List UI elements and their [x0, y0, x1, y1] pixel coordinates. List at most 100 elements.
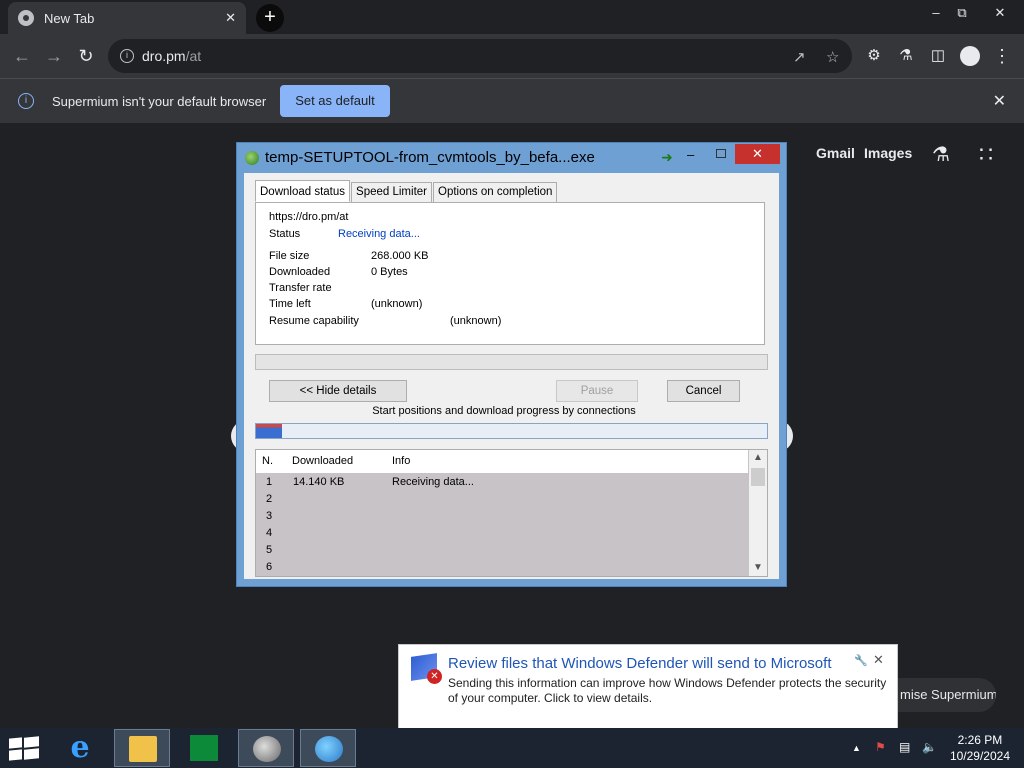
file-explorer-icon [129, 736, 157, 762]
labs-flask-icon[interactable]: ⚗ [932, 142, 950, 167]
downloaded-label: Downloaded [269, 266, 331, 278]
scroll-thumb[interactable] [751, 468, 765, 486]
dialog-body: Download status Speed Limiter Options on… [244, 173, 779, 579]
tab-strip: New Tab ✕ + – ⧉ ✕ [0, 0, 1024, 34]
defender-notification[interactable]: ✕ Review files that Windows Defender wil… [398, 644, 898, 730]
menu-icon[interactable]: ⋮ [988, 42, 1016, 70]
scroll-down-icon[interactable]: ▼ [749, 560, 767, 576]
connection-number: 4 [266, 527, 273, 539]
show-hidden-icons-icon[interactable]: ▲ [852, 743, 861, 753]
connections-list-header: N. Downloaded Info [256, 450, 748, 473]
default-browser-infobar: i Supermium isn't your default browser S… [0, 78, 1024, 123]
start-windows-icon[interactable] [9, 736, 39, 761]
column-header-info[interactable]: Info [392, 455, 410, 467]
side-panel-icon[interactable]: ◫ [924, 42, 952, 70]
download-progress-bar [255, 354, 768, 370]
connection-number: 2 [266, 493, 273, 505]
clock-date: 10/29/2024 [949, 749, 1010, 763]
connections-scrollbar[interactable]: ▲ ▼ [749, 450, 767, 576]
dialog-close-icon[interactable]: ✕ [735, 144, 780, 164]
connection-number: 3 [266, 510, 273, 522]
connection-row[interactable]: 4 [256, 525, 748, 542]
connection-number: 1 [266, 476, 273, 488]
url-host: dro.pm [142, 48, 186, 64]
status-value: Receiving data... [338, 228, 420, 240]
profile-avatar[interactable] [956, 42, 984, 70]
column-header-n[interactable]: N. [262, 455, 273, 467]
connections-label: Start positions and download progress by… [372, 405, 636, 417]
address-bar[interactable]: i dro.pm/at ↗ ☆ [108, 39, 852, 73]
connection-row[interactable]: 5 [256, 542, 748, 559]
info-icon: i [18, 93, 34, 109]
store-icon [190, 735, 218, 761]
forward-icon[interactable]: → [40, 42, 68, 70]
infobar-message: Supermium isn't your default browser [52, 93, 267, 109]
cancel-button[interactable]: Cancel [667, 380, 740, 402]
extensions-icon[interactable]: ⚙ [860, 42, 888, 70]
connection-row[interactable]: 6 [256, 559, 748, 576]
hide-details-button[interactable]: << Hide details [269, 380, 407, 402]
volume-muted-icon[interactable]: 🔈 [922, 740, 937, 754]
tab-close-icon[interactable]: ✕ [225, 10, 236, 26]
download-url: https://dro.pm/at [269, 211, 349, 223]
taskbar-browser[interactable] [238, 729, 294, 767]
idm-globe-icon [315, 736, 343, 762]
apps-grid-icon[interactable]: ∷ [979, 142, 993, 168]
back-icon[interactable]: ← [8, 42, 36, 70]
infobar-close-icon[interactable]: ✕ [993, 91, 1006, 111]
downloaded-value: 0 Bytes [371, 266, 408, 278]
url-path: /at [185, 48, 202, 64]
browser-globe-icon [253, 736, 281, 762]
notification-title: Review files that Windows Defender will … [448, 655, 832, 672]
window-close-icon[interactable]: ✕ [985, 2, 1015, 24]
file-size-label: File size [269, 250, 310, 262]
window-restore-icon[interactable]: ⧉ [947, 2, 977, 24]
connections-list: N. Downloaded Info 1 14.140 KB Receiving… [255, 449, 768, 577]
labs-icon[interactable]: ⚗ [892, 42, 920, 70]
connection-row[interactable]: 3 [256, 508, 748, 525]
notification-body: Sending this information can improve how… [448, 676, 887, 705]
dialog-maximize-icon[interactable] [716, 149, 726, 158]
notification-close-icon[interactable]: ✕ [873, 652, 884, 668]
taskbar-idm[interactable] [300, 729, 356, 767]
taskbar-internet-explorer[interactable]: e [52, 729, 108, 767]
pause-button[interactable]: Pause [556, 380, 638, 402]
action-center-flag-icon[interactable]: ⚑ [875, 740, 886, 754]
connection-number: 5 [266, 544, 273, 556]
error-badge-icon: ✕ [427, 669, 442, 684]
download-details-panel: https://dro.pm/at Status Receiving data.… [255, 202, 765, 345]
site-info-icon[interactable]: i [120, 49, 134, 63]
tab-new-tab[interactable]: New Tab ✕ [8, 2, 246, 34]
connections-progress-fill [256, 424, 282, 438]
resume-capability-label: Resume capability [269, 315, 359, 327]
network-icon[interactable]: ▤ [899, 740, 910, 754]
new-tab-button[interactable]: + [256, 4, 284, 32]
minimize-to-tray-icon[interactable]: ➜ [661, 149, 673, 166]
pin-icon[interactable]: 🔧 [854, 654, 868, 667]
tab-speed-limiter[interactable]: Speed Limiter [351, 182, 432, 202]
connection-downloaded: 14.140 KB [293, 476, 345, 488]
bookmark-star-icon[interactable]: ☆ [826, 48, 839, 66]
tab-options-on-completion[interactable]: Options on completion [433, 182, 558, 202]
time-left-label: Time left [269, 298, 311, 310]
images-link[interactable]: Images [864, 145, 912, 161]
taskbar-file-explorer[interactable] [114, 729, 170, 767]
tab-download-status[interactable]: Download status [255, 180, 351, 202]
dialog-tabs: Download status Speed Limiter Options on… [255, 180, 558, 202]
reload-icon[interactable]: ↻ [72, 42, 100, 70]
taskbar-store[interactable] [176, 729, 232, 767]
column-header-downloaded[interactable]: Downloaded [292, 455, 353, 467]
connection-row[interactable]: 2 [256, 491, 748, 508]
file-size-value: 268.000 KB [371, 250, 429, 262]
dialog-titlebar[interactable]: temp-SETUPTOOL-from_cvmtools_by_befa...e… [237, 143, 786, 171]
internet-explorer-icon: e [70, 730, 90, 765]
gmail-link[interactable]: Gmail [816, 145, 855, 161]
chrome-favicon-icon [18, 10, 34, 26]
dialog-minimize-icon[interactable]: – [687, 147, 694, 162]
status-label: Status [269, 228, 301, 240]
system-clock[interactable]: 2:26 PM 10/29/2024 [950, 732, 1010, 764]
share-icon[interactable]: ↗ [793, 48, 806, 66]
connection-row[interactable]: 1 14.140 KB Receiving data... [256, 474, 748, 491]
scroll-up-icon[interactable]: ▲ [749, 450, 767, 466]
set-as-default-button[interactable]: Set as default [280, 85, 390, 117]
